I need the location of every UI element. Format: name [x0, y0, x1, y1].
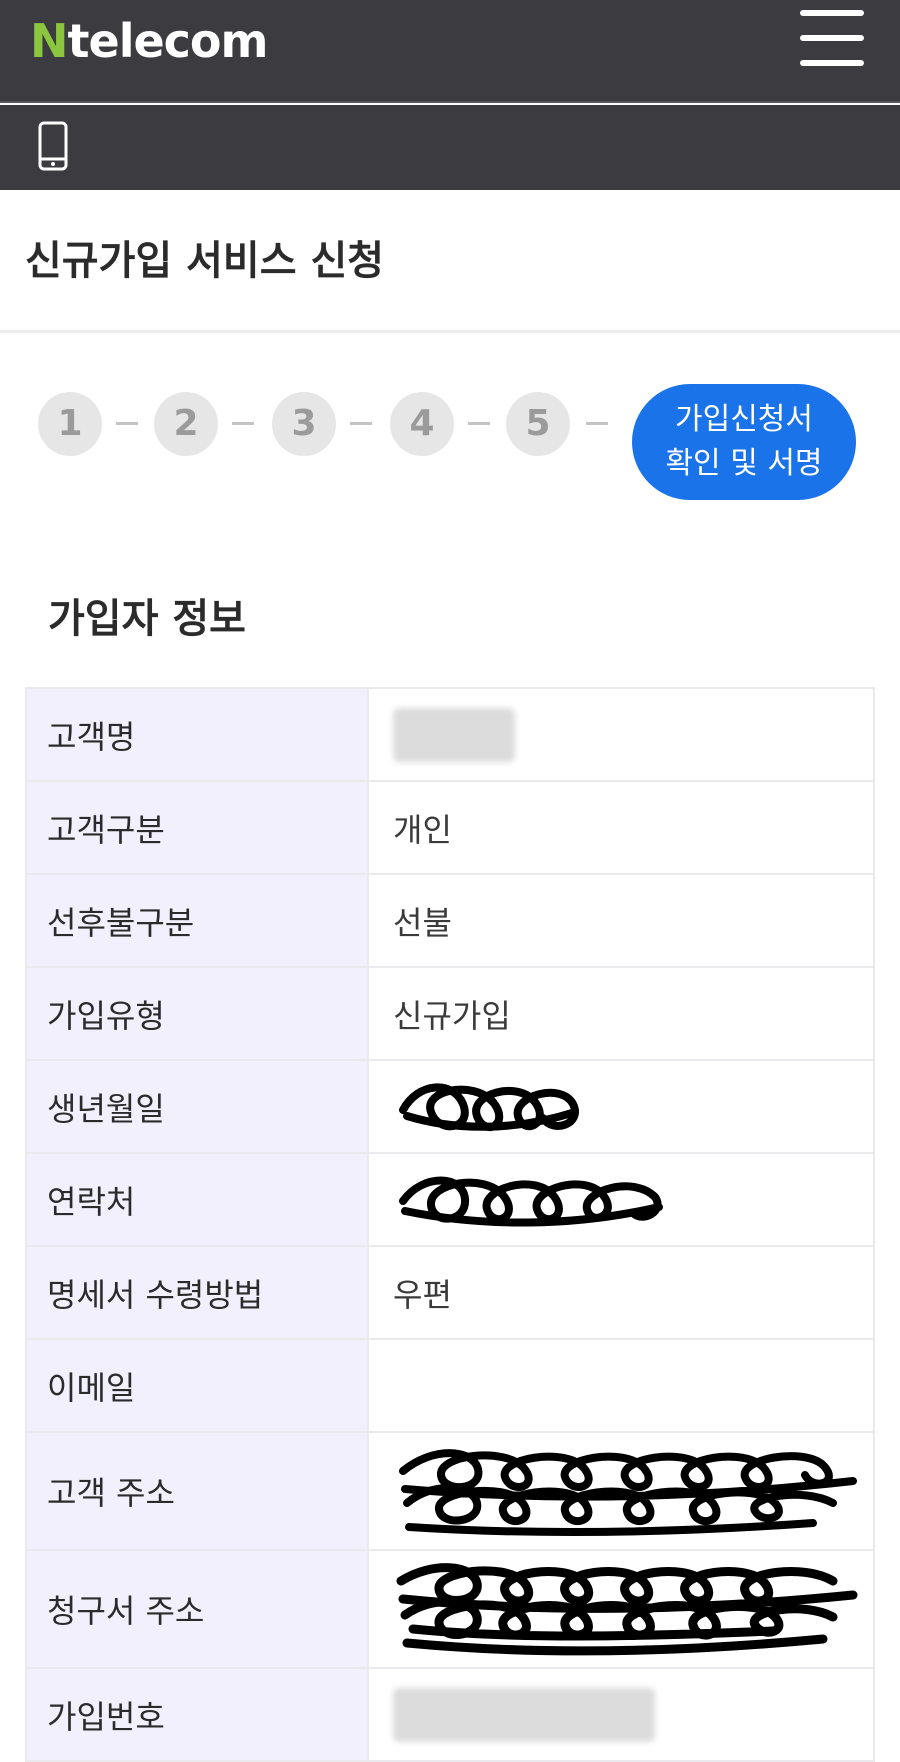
row-label: 고객 주소: [25, 1431, 369, 1551]
table-row: 고객구분 개인: [25, 780, 875, 875]
row-label: 고객명: [25, 687, 369, 782]
smartphone-icon[interactable]: [38, 121, 68, 171]
table-row: 청구서 주소: [25, 1549, 875, 1669]
table-row: 고객 주소: [25, 1431, 875, 1551]
section-title: 가입자 정보: [48, 596, 246, 642]
row-value: 우편: [367, 1245, 875, 1340]
row-value-customer-address: [367, 1431, 875, 1551]
step-4: 4: [390, 392, 454, 456]
row-value-phone: [367, 1152, 875, 1247]
table-row: 연락처: [25, 1152, 875, 1247]
row-label: 가입유형: [25, 966, 369, 1061]
step-dash: [350, 422, 372, 425]
subscriber-info-table: 고객명 고객구분 개인 선후불구분 선불 가입유형 신규가입 생년월일 연락처 …: [25, 687, 875, 1762]
redacted-scribble: [399, 1449, 857, 1536]
table-row: 가입유형 신규가입: [25, 966, 875, 1061]
row-value-subscription-number: [367, 1667, 875, 1762]
row-value-email: [367, 1338, 875, 1433]
redacted-blur: [393, 1687, 655, 1742]
row-value: 선불: [367, 873, 875, 968]
ntelecom-logo[interactable]: Ntelecom: [30, 14, 269, 68]
row-value-billing-address: [367, 1549, 875, 1669]
redacted-scribble: [399, 1083, 579, 1131]
row-label: 생년월일: [25, 1059, 369, 1154]
table-row: 이메일: [25, 1338, 875, 1433]
step-current-signature: 가입신청서 확인 및 서명: [632, 384, 856, 500]
step-5: 5: [506, 392, 570, 456]
row-label: 명세서 수령방법: [25, 1245, 369, 1340]
row-label: 선후불구분: [25, 873, 369, 968]
step-current-line2: 확인 및 서명: [665, 446, 823, 481]
row-value-customer-name: [367, 687, 875, 782]
table-row: 선후불구분 선불: [25, 873, 875, 968]
hamburger-menu-icon[interactable]: [800, 10, 864, 66]
row-value: 신규가입: [367, 966, 875, 1061]
redacted-scribble: [396, 1563, 858, 1656]
row-label: 연락처: [25, 1152, 369, 1247]
row-label: 청구서 주소: [25, 1549, 369, 1669]
row-label: 가입번호: [25, 1667, 369, 1762]
row-label: 고객구분: [25, 780, 369, 875]
row-label: 이메일: [25, 1338, 369, 1433]
row-value: 개인: [367, 780, 875, 875]
table-row: 고객명: [25, 687, 875, 782]
table-row: 명세서 수령방법 우편: [25, 1245, 875, 1340]
step-current-line1: 가입신청서: [675, 402, 813, 437]
row-value-birthdate: [367, 1059, 875, 1154]
table-row: 생년월일: [25, 1059, 875, 1154]
step-dash: [232, 422, 254, 425]
step-2: 2: [154, 392, 218, 456]
page-title: 신규가입 서비스 신청: [25, 238, 385, 284]
redacted-blur: [393, 707, 515, 762]
logo-n: N: [30, 14, 68, 68]
step-1: 1: [38, 392, 102, 456]
sub-header: [0, 105, 900, 190]
redacted-scribble: [399, 1176, 663, 1227]
top-header: Ntelecom: [0, 0, 900, 103]
step-dash: [586, 422, 608, 425]
step-dash: [468, 422, 490, 425]
table-row: 가입번호: [25, 1667, 875, 1762]
step-3: 3: [272, 392, 336, 456]
step-dash: [116, 422, 138, 425]
logo-text: telecom: [67, 14, 269, 68]
divider: [0, 330, 900, 333]
